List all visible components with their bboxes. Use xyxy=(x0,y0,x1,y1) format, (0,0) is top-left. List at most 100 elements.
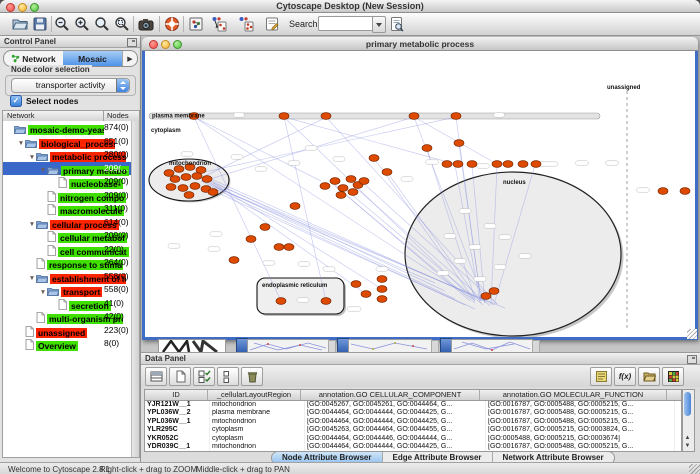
network-node[interactable] xyxy=(170,176,180,183)
network-node[interactable] xyxy=(442,161,452,168)
tree-item-establishment-of-lo[interactable]: ▼establishment of lo558(0) xyxy=(3,270,139,284)
tree-scrollbar[interactable] xyxy=(131,121,139,457)
network-node[interactable] xyxy=(338,185,348,192)
table-row[interactable]: YPL036W__1mitochondrion[GO:0044464, GO:0… xyxy=(145,418,681,426)
tree-item-biological-process[interactable]: ▼biological_process651(0) xyxy=(3,135,139,149)
scrollbar-thumb[interactable] xyxy=(684,392,691,416)
network-node[interactable] xyxy=(181,174,191,181)
network-node[interactable] xyxy=(531,161,541,168)
network-node[interactable] xyxy=(260,224,270,231)
tree-item-cellular-metabol[interactable]: cellular metabol209(0) xyxy=(3,229,139,243)
network-node[interactable] xyxy=(346,176,356,183)
tab-overflow-arrow[interactable]: ▶ xyxy=(122,51,137,66)
network-node[interactable] xyxy=(208,189,218,196)
attribute-table-icon[interactable] xyxy=(145,367,167,386)
network-node[interactable] xyxy=(377,276,387,283)
network-node[interactable] xyxy=(164,170,174,177)
network-node[interactable] xyxy=(348,189,358,196)
network-node[interactable] xyxy=(166,184,176,191)
network-node[interactable] xyxy=(359,178,369,185)
network-node[interactable] xyxy=(377,296,387,303)
tree-item-unassigned[interactable]: unassigned223(0) xyxy=(3,324,139,338)
network-node[interactable] xyxy=(276,298,286,305)
search-input[interactable] xyxy=(318,16,376,31)
tree-item-metabolic-process[interactable]: ▼metabolic process280(0) xyxy=(3,148,139,162)
table-scrollbar[interactable]: ▲ ▼ xyxy=(682,389,695,452)
tree-item-macromolecule[interactable]: macromolecule311(0) xyxy=(3,202,139,216)
help-lifering-icon[interactable] xyxy=(163,15,181,33)
tree-item-multi-organism-pro[interactable]: multi-organism pro42(0) xyxy=(3,310,139,324)
layout-all-nodes-icon[interactable] xyxy=(237,15,255,33)
tree-item-primary-metabo[interactable]: ▼primary metabo209(... xyxy=(3,162,139,176)
network-node[interactable] xyxy=(489,288,499,295)
column-header[interactable]: annotation.GO CELLULAR_COMPONENT xyxy=(301,390,480,400)
select-attributes-icon[interactable] xyxy=(193,367,215,386)
network-modifier-icon[interactable] xyxy=(187,15,205,33)
zoom-selected-icon[interactable] xyxy=(113,15,131,33)
disclosure-triangle[interactable]: ▼ xyxy=(39,289,47,296)
disclosure-triangle[interactable]: ▼ xyxy=(28,221,36,228)
network-node[interactable] xyxy=(658,188,668,195)
scroll-down-arrow[interactable]: ▼ xyxy=(684,443,691,450)
table-row[interactable]: YKR052Ccytoplasm[GO:0044464, GO:0044446,… xyxy=(145,435,681,443)
column-header[interactable]: _cellularLayoutRegion xyxy=(208,390,301,400)
network-node[interactable] xyxy=(190,183,200,190)
new-attribute-icon[interactable] xyxy=(169,367,191,386)
zoom-out-icon[interactable] xyxy=(53,15,71,33)
network-node[interactable] xyxy=(382,169,392,176)
network-canvas[interactable]: plasma membranecytoplasmmitochondrionnuc… xyxy=(145,51,695,337)
search-advanced-icon[interactable] xyxy=(388,15,406,33)
network-node[interactable] xyxy=(320,183,330,190)
disclosure-triangle[interactable]: ▼ xyxy=(39,167,47,174)
tree-item-mosaic-demo-yeast[interactable]: mosaic-demo-yeast874(0) xyxy=(3,121,139,135)
disclosure-triangle[interactable]: ▼ xyxy=(28,154,36,161)
float-panel-icon[interactable] xyxy=(127,38,137,47)
attribute-editor-icon[interactable] xyxy=(590,367,612,386)
network-node[interactable] xyxy=(321,298,331,305)
disclosure-triangle[interactable]: ▼ xyxy=(17,140,25,147)
table-row[interactable]: YJR121W__1mitochondrion[GO:0045267, GO:0… xyxy=(145,401,681,409)
network-node[interactable] xyxy=(454,140,464,147)
column-header[interactable]: ID xyxy=(145,390,208,400)
tree-item-response-to-stimul[interactable]: response to stimul264(0) xyxy=(3,256,139,270)
network-node[interactable] xyxy=(361,291,371,298)
network-node[interactable] xyxy=(409,113,419,120)
network-node[interactable] xyxy=(229,257,239,264)
delete-attribute-trash-icon[interactable] xyxy=(241,367,263,386)
tree-item-nucleobase-[interactable]: nucleobase-209(0) xyxy=(3,175,139,189)
select-nodes-checkbox[interactable]: ✓ xyxy=(10,95,22,107)
network-node[interactable] xyxy=(279,113,289,120)
network-node[interactable] xyxy=(377,286,387,293)
network-node[interactable] xyxy=(178,185,188,192)
zoom-in-icon[interactable] xyxy=(73,15,91,33)
network-node[interactable] xyxy=(336,192,346,199)
zoom-fit-icon[interactable] xyxy=(93,15,111,33)
app-resize-grip[interactable] xyxy=(689,464,700,474)
tree-item-cellular-process[interactable]: ▼cellular process614(0) xyxy=(3,216,139,230)
network-node[interactable] xyxy=(330,178,340,185)
tree-header-network[interactable]: Network xyxy=(7,111,35,121)
network-node[interactable] xyxy=(451,113,461,120)
column-header[interactable]: annotation.GO MOLECULAR_FUNCTION xyxy=(480,390,667,400)
node-color-combobox[interactable]: transporter activity xyxy=(11,78,130,93)
network-node[interactable] xyxy=(321,113,331,120)
annotation-icon[interactable] xyxy=(263,15,281,33)
save-session-icon[interactable] xyxy=(31,15,49,33)
network-node[interactable] xyxy=(503,161,513,168)
layout-selected-nodes-icon[interactable] xyxy=(210,15,228,33)
network-node[interactable] xyxy=(518,161,528,168)
tree-item-secretion[interactable]: secretion41(0) xyxy=(3,297,139,311)
table-row[interactable]: YPL036W__2plasma membrane[GO:0044464, GO… xyxy=(145,409,681,417)
snapshot-camera-icon[interactable] xyxy=(137,15,155,33)
table-row[interactable]: YLR295Ccytoplasm[GO:0045263, GO:0044464,… xyxy=(145,426,681,434)
network-node[interactable] xyxy=(202,176,212,183)
tree-item-transport[interactable]: ▼transport558(0) xyxy=(3,283,139,297)
network-node[interactable] xyxy=(246,236,256,243)
network-node[interactable] xyxy=(192,173,202,180)
tree-item-cell-communicat[interactable]: cell communicat22(0) xyxy=(3,243,139,257)
combo-stepper-icon[interactable] xyxy=(116,79,129,92)
float-panel-icon[interactable] xyxy=(687,355,697,364)
tree-item-nitrogen-compo[interactable]: nitrogen compo209(0) xyxy=(3,189,139,203)
scroll-up-arrow[interactable]: ▲ xyxy=(684,435,691,442)
search-dropdown-arrow[interactable] xyxy=(372,16,386,33)
